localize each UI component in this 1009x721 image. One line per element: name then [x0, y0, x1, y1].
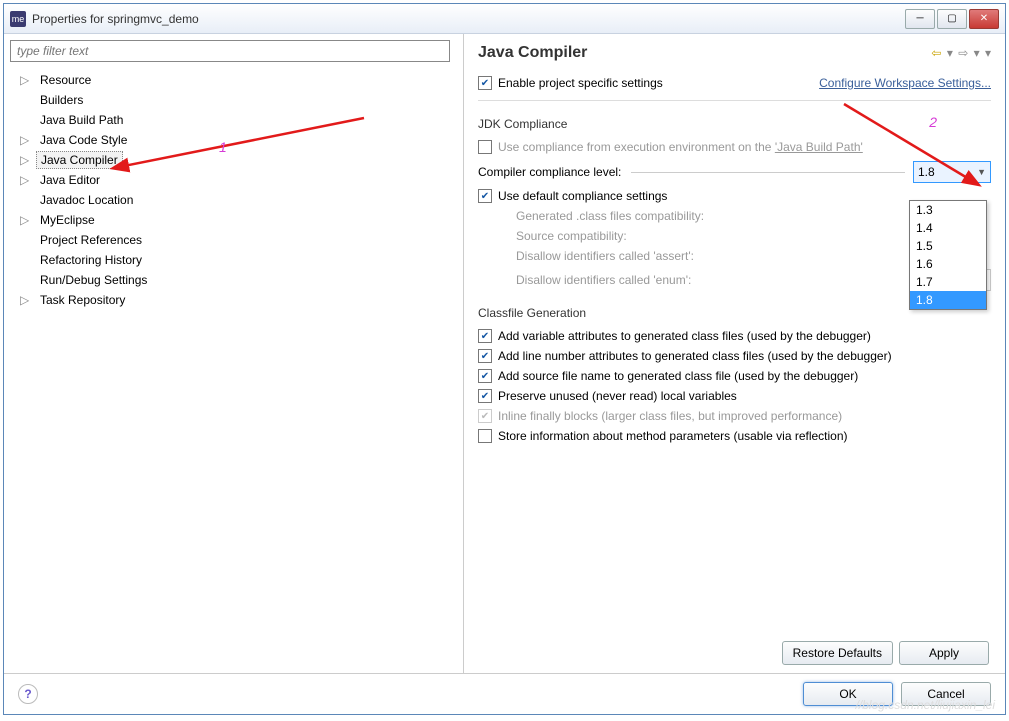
tree-item-label: Javadoc Location [36, 192, 137, 208]
tree-item-label: MyEclipse [36, 212, 99, 228]
enable-project-specific-checkbox[interactable] [478, 76, 492, 90]
window-title: Properties for springmvc_demo [32, 12, 903, 26]
cf-var-attr-label: Add variable attributes to generated cla… [498, 329, 871, 343]
close-button[interactable]: ✕ [969, 9, 999, 29]
menu-icon[interactable]: ▾ [985, 46, 991, 60]
dropdown-option[interactable]: 1.5 [910, 237, 986, 255]
forward-menu-icon[interactable]: ▾ [974, 46, 980, 60]
dropdown-option[interactable]: 1.8 [910, 291, 986, 309]
tree-item-java-compiler[interactable]: ▷ Java Compiler [20, 150, 457, 170]
tree-item-java-editor[interactable]: ▷ Java Editor [20, 170, 457, 190]
tree-item-refactoring-history[interactable]: Refactoring History [20, 250, 457, 270]
twisty-icon[interactable]: ▷ [20, 134, 32, 146]
twisty-spacer [20, 254, 32, 266]
tree-item-resource[interactable]: ▷ Resource [20, 70, 457, 90]
jdk-compliance-group: JDK Compliance [478, 117, 991, 131]
tree-item-run-debug-settings[interactable]: Run/Debug Settings [20, 270, 457, 290]
cf-store-params-checkbox[interactable] [478, 429, 492, 443]
java-build-path-link[interactable]: 'Java Build Path' [775, 140, 863, 154]
dropdown-option[interactable]: 1.6 [910, 255, 986, 273]
tree-item-label: Project References [36, 232, 146, 248]
watermark: //blog.csdn.net/liujiaxin_lei [856, 698, 995, 712]
chevron-down-icon: ▼ [977, 167, 986, 177]
annotation-2: 2 [929, 114, 937, 130]
titlebar[interactable]: me Properties for springmvc_demo ─ ▢ ✕ [4, 4, 1005, 34]
cf-preserve-unused-label: Preserve unused (never read) local varia… [498, 389, 737, 403]
tree-item-label: Java Code Style [36, 132, 131, 148]
cf-inline-finally-checkbox [478, 409, 492, 423]
dialog-body: ▷ Resource Builders Java Build Path ▷ Java Co… [4, 34, 1005, 673]
app-icon: me [10, 11, 26, 27]
cf-line-num-label: Add line number attributes to generated … [498, 349, 892, 363]
twisty-spacer [20, 274, 32, 286]
back-menu-icon[interactable]: ▾ [947, 46, 953, 60]
tree-item-label: Refactoring History [36, 252, 146, 268]
disallow-assert-label: Disallow identifiers called 'assert': [516, 249, 694, 263]
filter-input[interactable] [10, 40, 450, 62]
tree-item-java-build-path[interactable]: Java Build Path [20, 110, 457, 130]
disallow-enum-label: Disallow identifiers called 'enum': [516, 273, 691, 287]
page-heading: Java Compiler [478, 44, 929, 62]
tree-item-label: Builders [36, 92, 87, 108]
dropdown-option[interactable]: 1.4 [910, 219, 986, 237]
compiler-level-label: Compiler compliance level: [478, 165, 621, 179]
tree-item-task-repository[interactable]: ▷ Task Repository [20, 290, 457, 310]
cf-line-num-checkbox[interactable] [478, 349, 492, 363]
use-default-compliance-checkbox[interactable] [478, 189, 492, 203]
tree-item-java-code-style[interactable]: ▷ Java Code Style [20, 130, 457, 150]
twisty-icon[interactable]: ▷ [20, 174, 32, 186]
restore-defaults-button[interactable]: Restore Defaults [782, 641, 893, 665]
source-compat-label: Source compatibility: [516, 229, 627, 243]
properties-dialog: me Properties for springmvc_demo ─ ▢ ✕ ▷… [3, 3, 1006, 715]
tree-item-builders[interactable]: Builders [20, 90, 457, 110]
apply-button[interactable]: Apply [899, 641, 989, 665]
tree-item-label: Java Compiler [36, 151, 123, 169]
compiler-level-combo[interactable]: 1.8▼ [913, 161, 991, 183]
compiler-level-dropdown[interactable]: 1.31.41.51.61.71.8 [909, 200, 987, 310]
twisty-icon[interactable]: ▷ [20, 154, 32, 166]
cf-src-file-label: Add source file name to generated class … [498, 369, 858, 383]
twisty-icon[interactable]: ▷ [20, 74, 32, 86]
generated-class-label: Generated .class files compatibility: [516, 209, 704, 223]
cf-src-file-checkbox[interactable] [478, 369, 492, 383]
tree-item-label: Resource [36, 72, 95, 88]
cf-store-params-label: Store information about method parameter… [498, 429, 848, 443]
help-icon[interactable]: ? [18, 684, 38, 704]
maximize-button[interactable]: ▢ [937, 9, 967, 29]
tree-item-myeclipse[interactable]: ▷ MyEclipse [20, 210, 457, 230]
twisty-spacer [20, 234, 32, 246]
dropdown-option[interactable]: 1.7 [910, 273, 986, 291]
cf-inline-finally-label: Inline finally blocks (larger class file… [498, 409, 842, 423]
right-pane: Java Compiler ⇦ ▾ ⇨ ▾ ▾ Enable project s… [464, 34, 1005, 673]
back-icon[interactable]: ⇦ [931, 46, 941, 60]
minimize-button[interactable]: ─ [905, 9, 935, 29]
use-exec-env-label: Use compliance from execution environmen… [498, 140, 863, 154]
nav-tree[interactable]: ▷ Resource Builders Java Build Path ▷ Java Co… [10, 68, 457, 673]
tree-item-label: Task Repository [36, 292, 129, 308]
cf-preserve-unused-checkbox[interactable] [478, 389, 492, 403]
tree-item-javadoc-location[interactable]: Javadoc Location [20, 190, 457, 210]
forward-icon[interactable]: ⇨ [958, 46, 968, 60]
tree-item-label: Java Build Path [36, 112, 127, 128]
twisty-spacer [20, 94, 32, 106]
use-default-compliance-label: Use default compliance settings [498, 189, 667, 203]
twisty-icon[interactable]: ▷ [20, 214, 32, 226]
twisty-spacer [20, 194, 32, 206]
left-pane: ▷ Resource Builders Java Build Path ▷ Java Co… [4, 34, 464, 673]
twisty-spacer [20, 114, 32, 126]
cf-var-attr-checkbox[interactable] [478, 329, 492, 343]
enable-project-specific-label: Enable project specific settings [498, 76, 663, 90]
tree-item-project-references[interactable]: Project References [20, 230, 457, 250]
configure-workspace-link[interactable]: Configure Workspace Settings... [819, 76, 991, 90]
dropdown-option[interactable]: 1.3 [910, 201, 986, 219]
use-exec-env-checkbox[interactable] [478, 140, 492, 154]
nav-icons[interactable]: ⇦ ▾ ⇨ ▾ ▾ [929, 46, 991, 60]
tree-item-label: Run/Debug Settings [36, 272, 151, 288]
annotation-1: 1 [219, 139, 227, 155]
tree-item-label: Java Editor [36, 172, 104, 188]
twisty-icon[interactable]: ▷ [20, 294, 32, 306]
